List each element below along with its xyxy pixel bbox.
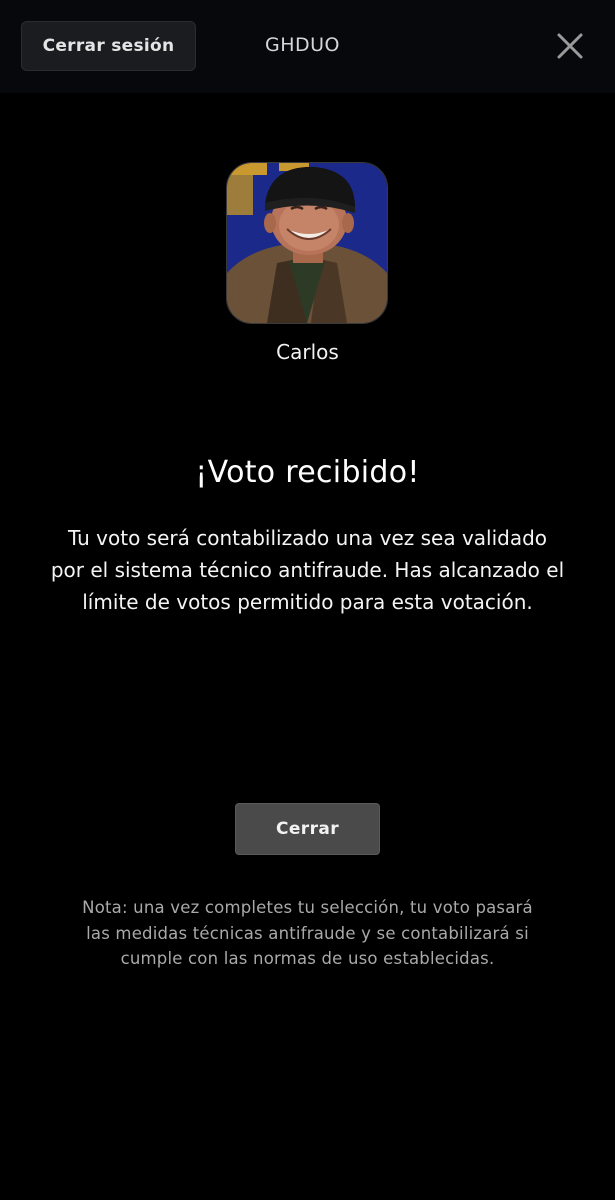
close-icon[interactable] (556, 32, 584, 60)
top-bar: Cerrar sesión GHDUO (0, 0, 615, 93)
result-message: Tu voto será contabilizado una vez sea v… (50, 526, 565, 614)
app-title: GHDUO (265, 34, 341, 56)
footnote: Nota: una vez completes tu selección, tu… (82, 898, 533, 968)
candidate-avatar (226, 162, 388, 324)
logout-button[interactable]: Cerrar sesión (21, 21, 196, 71)
close-button[interactable]: Cerrar (235, 803, 380, 855)
result-heading: ¡Voto recibido! (195, 455, 420, 490)
candidate-name: Carlos (276, 340, 339, 364)
